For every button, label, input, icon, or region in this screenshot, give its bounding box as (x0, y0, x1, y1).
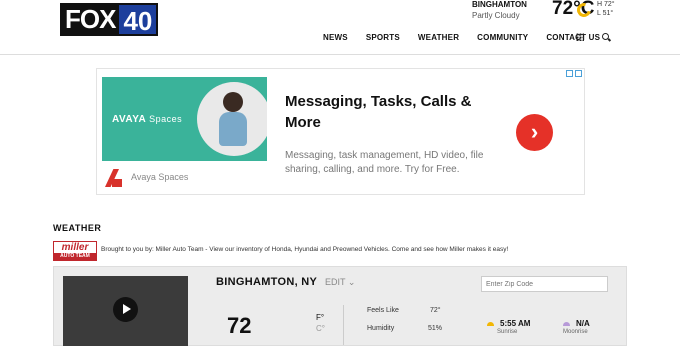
sunrise-label: Sunrise (497, 329, 518, 335)
ad-brand-logo: AVAYA Spaces (112, 114, 182, 125)
grid-menu-icon[interactable] (576, 33, 584, 41)
unit-celsius-toggle[interactable]: C° (316, 324, 325, 333)
ad-brand-suffix: Spaces (149, 114, 183, 124)
humidity-label: Humidity (367, 325, 395, 332)
weather-panel: BINGHAMTON, NY EDIT ⌄ 72 F° C° Feels Lik… (53, 266, 627, 346)
feels-like-value: 72° (430, 307, 441, 314)
sponsor-logo-bottom: AUTO TEAM (54, 253, 96, 260)
ad-close-icon[interactable] (575, 70, 582, 77)
nav-sports[interactable]: SPORTS (366, 33, 400, 42)
sunrise-icon (487, 322, 494, 326)
ad-person-photo (197, 82, 267, 156)
advertisement[interactable]: AVAYA Spaces Avaya Spaces Messaging, Tas… (96, 68, 585, 195)
weather-location: BINGHAMTON, NY (216, 276, 318, 288)
chevron-right-icon: › (530, 119, 539, 144)
fox40-logo[interactable]: FOX 40 (60, 3, 167, 36)
ad-description[interactable]: Messaging, task management, HD video, fi… (285, 149, 500, 177)
ad-brand-name: AVAYA (112, 114, 146, 125)
header-weather-low: L 51° (597, 10, 614, 17)
unit-fahrenheit-toggle[interactable]: F° (316, 313, 324, 322)
miller-auto-team-logo[interactable]: miller AUTO TEAM (53, 241, 97, 261)
nav-community[interactable]: COMMUNITY (477, 33, 528, 42)
avaya-logo-icon (102, 167, 124, 189)
moonrise-value: N/A (576, 319, 590, 328)
moonrise-icon (563, 322, 570, 326)
moonrise-label: Moonrise (563, 329, 588, 335)
ad-info-icon[interactable] (566, 70, 573, 77)
sunrise-time: 5:55 AM (500, 319, 531, 328)
site-header: FOX 40 BINGHAMTON Partly Cloudy 72°C H 7… (0, 0, 680, 55)
edit-location-button[interactable]: EDIT ⌄ (325, 277, 355, 288)
logo-fox-text: FOX (60, 3, 118, 36)
search-icon[interactable] (602, 33, 609, 40)
divider (343, 305, 344, 345)
weather-video[interactable] (63, 276, 188, 346)
sponsor-text: Brought to you by: Miller Auto Team - Vi… (101, 246, 509, 253)
ad-source[interactable]: Avaya Spaces (131, 172, 188, 182)
header-weather-widget[interactable]: BINGHAMTON Partly Cloudy (472, 0, 527, 20)
play-icon[interactable] (113, 297, 138, 322)
feels-like-label: Feels Like (367, 307, 399, 314)
humidity-value: 51% (428, 325, 443, 332)
nav-contact-us[interactable]: CONTACT US (546, 33, 600, 42)
ad-image[interactable]: AVAYA Spaces (102, 77, 267, 161)
header-weather-condition: Partly Cloudy (472, 11, 520, 20)
zip-code-input[interactable] (481, 276, 608, 292)
logo-number-text: 40 (117, 3, 159, 36)
nav-weather[interactable]: WEATHER (418, 33, 459, 42)
header-weather-city: BINGHAMTON (472, 0, 527, 9)
ad-choices (566, 70, 582, 77)
current-temp: 72 (227, 313, 252, 338)
weather-section-title: WEATHER (53, 223, 102, 233)
nav-news[interactable]: NEWS (323, 33, 348, 42)
ad-title[interactable]: Messaging, Tasks, Calls & More (285, 91, 500, 133)
ad-cta-button[interactable]: › (516, 114, 553, 151)
header-weather-high: H 72° (597, 1, 615, 8)
sponsor-logo-top: miller (61, 242, 89, 253)
header-weather-hilo: H 72° L 51° (597, 0, 615, 18)
main-nav: NEWS SPORTS WEATHER COMMUNITY CONTACT US (323, 33, 618, 42)
